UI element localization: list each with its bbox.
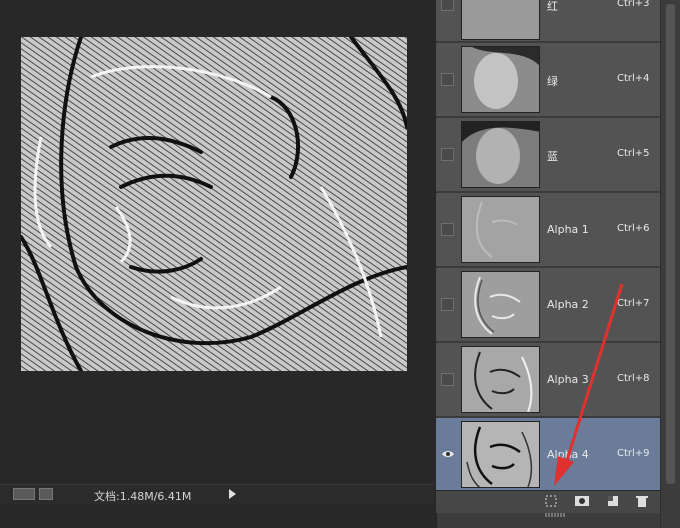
bottom-strip [0, 505, 434, 528]
visibility-toggle[interactable] [441, 373, 454, 386]
channel-shortcut: Ctrl+3 [617, 0, 650, 9]
status-menu-arrow-icon[interactable] [229, 489, 236, 499]
channel-name: 红 [547, 0, 558, 13]
channel-thumbnail [461, 121, 540, 188]
channel-shortcut: Ctrl+5 [617, 148, 650, 159]
visibility-toggle[interactable] [441, 223, 454, 236]
document-image[interactable] [21, 37, 407, 371]
visibility-toggle[interactable] [441, 73, 454, 86]
channel-thumbnail [461, 271, 540, 338]
channel-thumbnail [461, 46, 540, 113]
info-toggle-icon[interactable] [13, 488, 35, 500]
channel-thumbnail [461, 346, 540, 413]
eye-icon[interactable] [442, 450, 454, 458]
scrollbar-thumb[interactable] [666, 4, 675, 484]
channel-thumbnail [461, 421, 540, 488]
annotation-arrow [554, 283, 624, 486]
channel-name: 蓝 [547, 150, 558, 163]
visibility-toggle[interactable] [441, 0, 454, 11]
delete-channel-icon[interactable] [636, 495, 648, 507]
channel-name: Alpha 1 [547, 223, 589, 236]
channel-thumbnail [461, 0, 540, 40]
share-icon[interactable] [39, 488, 53, 500]
channel-thumbnail [461, 196, 540, 263]
channel-shortcut: Ctrl+6 [617, 223, 650, 234]
status-bar: 文档:1.48M/6.41M [0, 484, 434, 505]
channel-name: 绿 [547, 75, 558, 88]
panel-scrollbar[interactable] [660, 0, 680, 528]
document-canvas[interactable] [0, 0, 434, 484]
visibility-toggle[interactable] [441, 148, 454, 161]
channel-shortcut: Ctrl+4 [617, 73, 650, 84]
document-size-info: 文档:1.48M/6.41M [94, 490, 192, 503]
panel-resize-grip[interactable] [545, 513, 565, 517]
visibility-toggle[interactable] [441, 298, 454, 311]
